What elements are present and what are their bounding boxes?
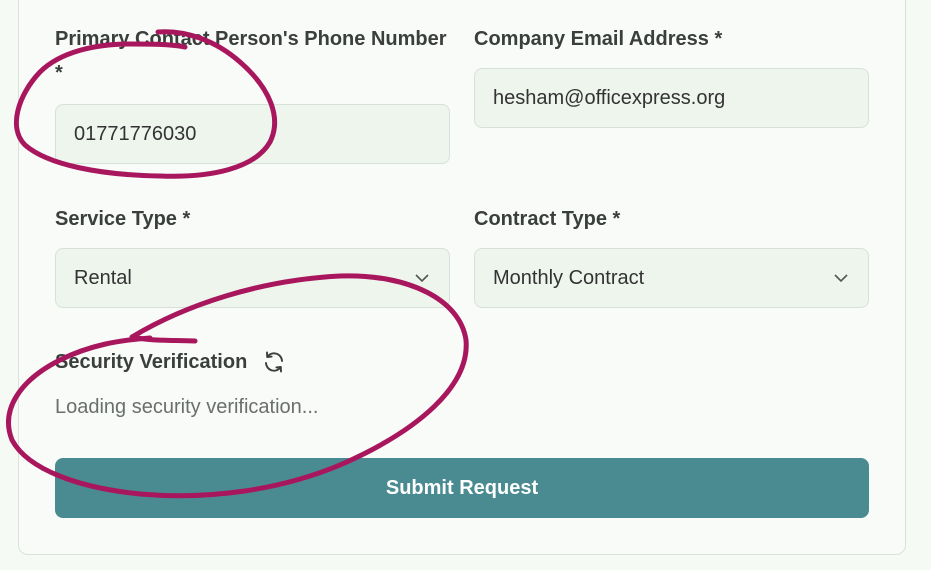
chevron-down-icon [415,274,429,283]
submit-request-button[interactable]: Submit Request [55,458,869,518]
security-loading-status: Loading security verification... [55,396,319,418]
contract-type-select[interactable]: Monthly Contract [474,248,869,308]
phone-input[interactable]: 01771776030 [55,104,450,164]
email-input[interactable]: hesham@officexpress.org [474,68,869,128]
phone-label-text: Primary Contact Person's Phone Number [55,28,447,50]
phone-input-value: 01771776030 [74,123,197,145]
service-type-label: Service Type * [55,208,191,230]
service-type-select[interactable]: Rental [55,248,450,308]
email-label: Company Email Address * [474,28,723,50]
contract-type-label: Contract Type * [474,208,621,230]
service-type-value: Rental [74,267,132,289]
contract-type-value: Monthly Contract [493,267,645,289]
phone-required-marker: * [55,62,63,84]
security-verification-label: Security Verification [55,351,248,373]
chevron-down-icon [834,274,848,283]
phone-label: Primary Contact Person's Phone Number * [55,22,455,90]
refresh-icon[interactable] [262,350,286,374]
email-input-value: hesham@officexpress.org [493,87,726,109]
